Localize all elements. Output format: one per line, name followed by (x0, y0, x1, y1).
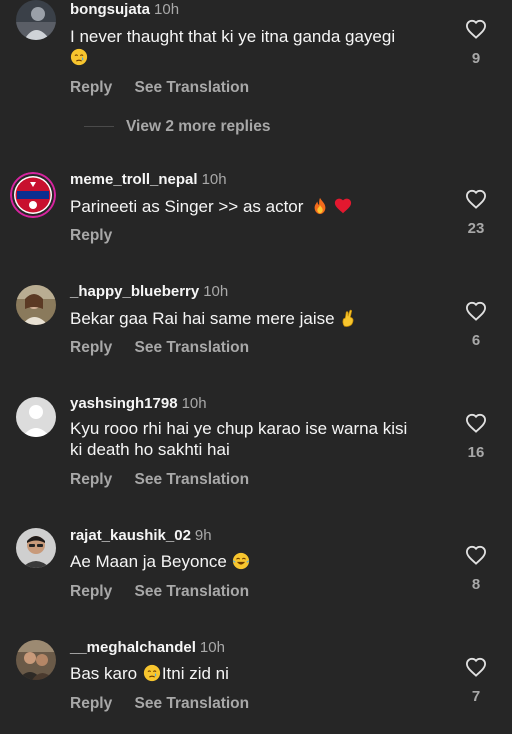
like-group: 23 (460, 189, 492, 237)
crying-face-icon (143, 664, 160, 682)
like-count: 7 (471, 688, 481, 705)
comment-text: Bas karo Itni zid ni (70, 664, 229, 683)
reply-button[interactable]: Reply (70, 471, 112, 488)
like-group: 8 (460, 545, 492, 593)
fire-icon (314, 197, 326, 215)
comment-text: Parineeti as Singer >> as actor (70, 196, 450, 217)
heart-icon[interactable] (465, 657, 487, 677)
crying-face-icon (70, 48, 88, 66)
comment-time: 10h (201, 171, 227, 188)
avatar[interactable] (10, 172, 56, 218)
avatar[interactable] (16, 528, 56, 568)
red-heart-icon (334, 198, 351, 214)
see-translation-button[interactable]: See Translation (135, 471, 250, 488)
reply-thread-line (84, 126, 114, 128)
avatar[interactable] (16, 640, 56, 680)
avatar[interactable] (16, 285, 56, 325)
comment-username[interactable]: bongsujata (70, 1, 150, 18)
comment-username[interactable]: __meghalchandel (70, 639, 196, 656)
comment-text: Bekar gaa Rai hai same mere jaise (70, 308, 450, 329)
see-translation-button[interactable]: See Translation (135, 583, 250, 600)
like-group: 7 (460, 657, 492, 705)
view-more-replies-button[interactable]: View 2 more replies (70, 118, 270, 136)
reply-button[interactable]: Reply (70, 583, 112, 600)
comment-time: 9h (194, 527, 212, 544)
see-translation-button[interactable]: See Translation (135, 339, 250, 356)
crossed-fingers-icon (342, 309, 354, 327)
comment-text: Kyu rooo rhi hai ye chup karao ise warna… (70, 419, 408, 459)
comment-username[interactable]: meme_troll_nepal (70, 171, 198, 188)
heart-icon[interactable] (465, 413, 487, 433)
reply-button[interactable]: Reply (70, 339, 112, 356)
see-translation-button[interactable]: See Translation (135, 79, 250, 96)
avatar[interactable] (16, 397, 56, 437)
comment-time: 10h (203, 283, 229, 300)
comment-text: Ae Maan ja Beyonce (70, 551, 450, 572)
like-count: 8 (471, 576, 481, 593)
comment-time: 10h (199, 639, 225, 656)
heart-icon[interactable] (465, 189, 487, 209)
like-count: 23 (467, 220, 485, 237)
reply-button[interactable]: Reply (70, 695, 112, 712)
reply-button[interactable]: Reply (70, 79, 112, 96)
like-count: 9 (471, 50, 481, 67)
comment-time: 10h (154, 1, 180, 18)
comment-username[interactable]: yashsingh1798 (70, 395, 178, 412)
like-group: 16 (460, 413, 492, 461)
heart-icon[interactable] (465, 545, 487, 565)
heart-icon[interactable] (465, 19, 487, 39)
reply-button[interactable]: Reply (70, 227, 112, 244)
comment-username[interactable]: rajat_kaushik_02 (70, 527, 191, 544)
like-count: 16 (467, 444, 485, 461)
like-group: 9 (460, 19, 492, 67)
comment-username[interactable]: _happy_blueberry (70, 283, 199, 300)
avatar[interactable] (16, 0, 56, 40)
heart-icon[interactable] (465, 301, 487, 321)
like-count: 6 (471, 332, 481, 349)
face-with-tears-of-joy-icon (232, 552, 249, 570)
comment-time: 10h (181, 395, 207, 412)
like-group: 6 (460, 301, 492, 349)
see-translation-button[interactable]: See Translation (135, 695, 250, 712)
comment-text: I never thaught that ki ye itna ganda ga… (70, 26, 450, 68)
